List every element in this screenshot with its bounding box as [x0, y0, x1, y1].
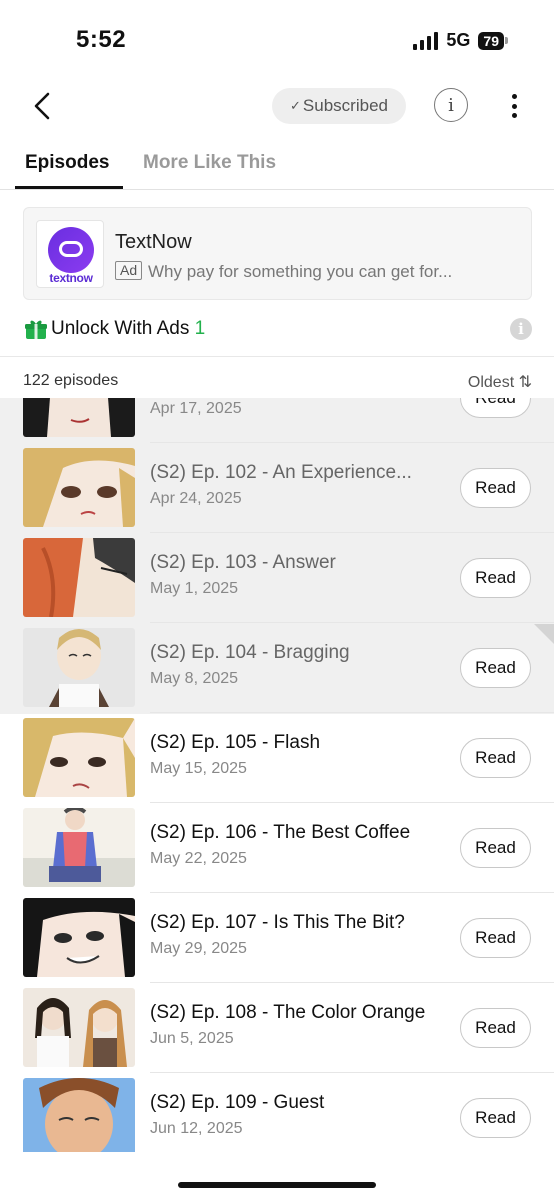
episode-date: May 8, 2025	[150, 670, 239, 687]
status-bar: 5:52 5G 79	[0, 0, 554, 80]
read-button[interactable]: Read	[460, 398, 531, 418]
episode-date: Apr 24, 2025	[150, 490, 242, 507]
episode-date: May 29, 2025	[150, 940, 247, 957]
network-label: 5G	[446, 30, 471, 50]
episode-thumbnail	[23, 538, 135, 617]
episode-title: (S2) Ep. 102 - An Experience...	[150, 462, 412, 483]
tab-more-like-this[interactable]: More Like This	[143, 152, 276, 174]
tab-episodes[interactable]: Episodes	[25, 152, 109, 174]
episode-thumbnail	[23, 808, 135, 887]
tab-active-indicator	[15, 186, 123, 189]
unlock-label: Unlock With Ads 1	[51, 318, 205, 340]
read-button[interactable]: Read	[460, 1008, 531, 1048]
episode-title: (S2) Ep. 109 - Guest	[150, 1092, 325, 1113]
episode-list: Apr 17, 2025 Read (S2) Ep. 102 - An Expe…	[0, 398, 554, 1152]
episode-title: (S2) Ep. 105 - Flash	[150, 732, 321, 753]
sort-button[interactable]: Oldest ⇅	[468, 372, 532, 392]
textnow-logo-icon	[48, 227, 94, 273]
episode-thumbnail	[23, 898, 135, 977]
info-button[interactable]: i	[434, 88, 468, 122]
episode-row[interactable]: (S2) Ep. 103 - Answer May 1, 2025 Read	[0, 533, 554, 623]
more-dot-icon	[511, 113, 517, 118]
battery-level: 79	[478, 31, 504, 50]
episode-title: (S2) Ep. 108 - The Color Orange	[150, 1002, 426, 1023]
ad-title: TextNow	[115, 231, 192, 253]
read-button[interactable]: Read	[460, 738, 531, 778]
gift-icon	[25, 320, 47, 339]
episode-thumbnail	[23, 398, 135, 437]
episode-title: (S2) Ep. 104 - Bragging	[150, 642, 350, 663]
episode-title: (S2) Ep. 103 - Answer	[150, 552, 336, 573]
page-fold-icon	[534, 624, 554, 644]
episode-row[interactable]: (S2) Ep. 109 - Guest Jun 12, 2025 Read	[0, 1073, 554, 1152]
unlock-count: 1	[194, 318, 206, 339]
ad-description: Why pay for something you can get for...	[148, 262, 453, 281]
episode-date: Apr 17, 2025	[150, 400, 242, 417]
read-button[interactable]: Read	[460, 1098, 531, 1138]
episodes-header: 122 episodes Oldest ⇅	[23, 370, 532, 394]
status-indicators: 5G 79	[413, 30, 508, 51]
unlock-info-icon[interactable]: i	[510, 318, 532, 340]
episode-thumbnail	[23, 718, 135, 797]
check-icon: ✓	[290, 98, 301, 113]
episode-row[interactable]: (S2) Ep. 105 - Flash May 15, 2025 Read	[0, 713, 554, 803]
episode-thumbnail	[23, 448, 135, 527]
read-button[interactable]: Read	[460, 828, 531, 868]
episode-title: (S2) Ep. 106 - The Best Coffee	[150, 822, 411, 843]
read-button[interactable]: Read	[460, 648, 531, 688]
chevron-left-icon	[34, 92, 50, 120]
read-button[interactable]: Read	[460, 468, 531, 508]
episode-thumbnail	[23, 1078, 135, 1152]
more-dot-icon	[511, 103, 517, 109]
episode-date: May 15, 2025	[150, 760, 247, 777]
divider	[0, 356, 554, 357]
nav-bar: ✓ Subscribed i	[0, 82, 554, 132]
subscribed-button[interactable]: ✓ Subscribed	[272, 88, 406, 124]
subscribed-label: Subscribed	[302, 96, 388, 115]
status-time: 5:52	[76, 26, 127, 53]
episode-thumbnail	[23, 988, 135, 1067]
ad-logo-text: textnow	[49, 271, 93, 285]
unlock-text: Unlock With Ads	[51, 318, 190, 339]
episode-date: Jun 5, 2025	[150, 1030, 234, 1047]
episode-thumbnail	[23, 628, 135, 707]
read-button[interactable]: Read	[460, 918, 531, 958]
episode-row[interactable]: (S2) Ep. 104 - Bragging May 8, 2025 Read	[0, 623, 554, 713]
episode-count: 122 episodes	[23, 372, 119, 389]
more-dot-icon	[511, 94, 517, 99]
home-indicator[interactable]	[178, 1182, 376, 1188]
episode-date: Jun 12, 2025	[150, 1120, 243, 1137]
signal-icon	[413, 31, 439, 50]
read-button[interactable]: Read	[460, 558, 531, 598]
episode-row[interactable]: (S2) Ep. 108 - The Color Orange Jun 5, 2…	[0, 983, 554, 1073]
ad-card[interactable]: textnow TextNow Ad Why pay for something…	[23, 207, 532, 300]
episode-row[interactable]: (S2) Ep. 102 - An Experience... Apr 24, …	[0, 443, 554, 533]
episode-row[interactable]: (S2) Ep. 107 - Is This The Bit? May 29, …	[0, 893, 554, 983]
more-options-button[interactable]	[504, 90, 524, 122]
textnow-logo: textnow	[36, 220, 104, 288]
episode-title: (S2) Ep. 107 - Is This The Bit?	[150, 912, 405, 933]
back-button[interactable]	[24, 88, 60, 124]
unlock-with-ads-row[interactable]: Unlock With Ads 1 i	[23, 316, 532, 344]
ad-badge: Ad	[115, 261, 143, 280]
episode-date: May 22, 2025	[150, 850, 247, 867]
episode-date: May 1, 2025	[150, 580, 239, 597]
episode-row[interactable]: Apr 17, 2025 Read	[0, 398, 554, 443]
battery-icon: 79	[478, 31, 508, 50]
info-icon: i	[448, 94, 454, 116]
tab-bar: Episodes More Like This	[0, 140, 554, 190]
episode-row[interactable]: (S2) Ep. 106 - The Best Coffee May 22, 2…	[0, 803, 554, 893]
